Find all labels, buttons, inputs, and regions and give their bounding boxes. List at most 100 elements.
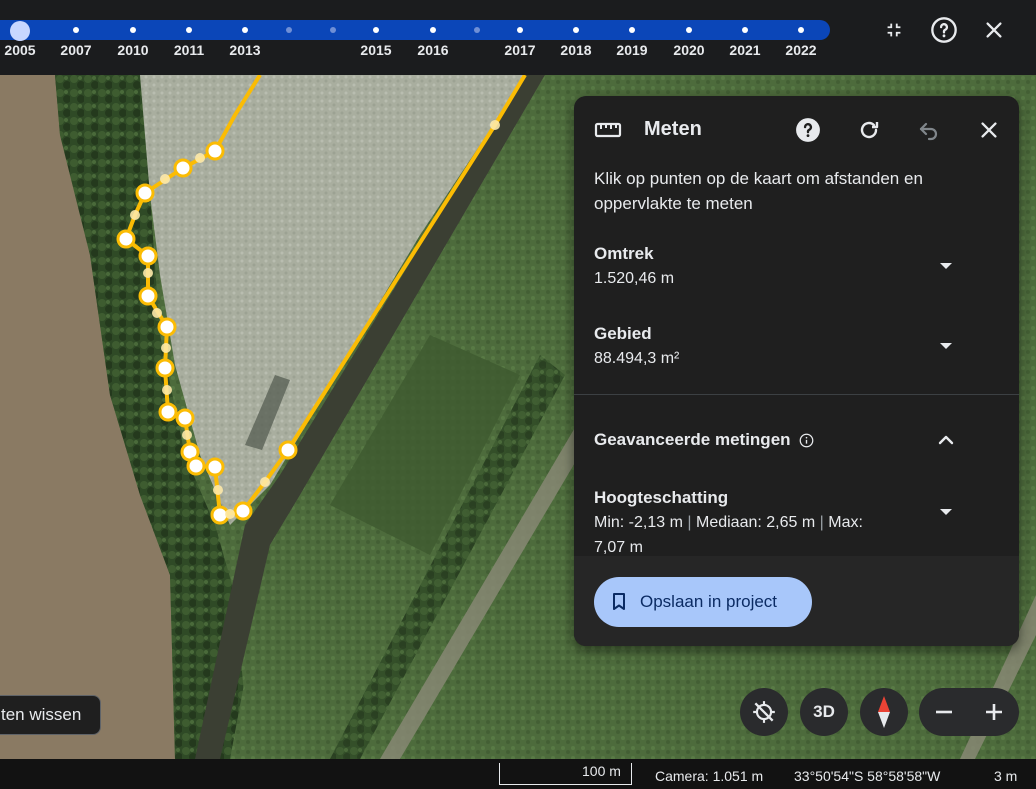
timeline-dot[interactable] — [73, 27, 79, 33]
timeline-dot[interactable] — [130, 27, 136, 33]
measurement-point[interactable] — [205, 457, 225, 477]
elevation-row[interactable]: Hoogteschatting Min: -2,13 m | Mediaan: … — [594, 486, 994, 560]
measurement-point[interactable] — [173, 158, 193, 178]
timeline-year-2016[interactable]: 2016 — [417, 42, 448, 58]
timeline-handle[interactable] — [10, 21, 30, 41]
chevron-down-icon[interactable] — [934, 500, 958, 524]
timeline-year-2010[interactable]: 2010 — [117, 42, 148, 58]
timeline-dot[interactable] — [186, 27, 192, 33]
chevron-down-icon[interactable] — [934, 254, 958, 278]
elevation-median: Mediaan: 2,65 m — [695, 514, 816, 531]
measurement-midpoint[interactable] — [161, 343, 171, 353]
zoom-out-button[interactable] — [919, 688, 969, 736]
timeline-year-2015[interactable]: 2015 — [360, 42, 391, 58]
info-icon[interactable] — [799, 433, 814, 448]
zoom-in-button[interactable] — [969, 688, 1019, 736]
timeline-year-2017[interactable]: 2017 — [504, 42, 535, 58]
measurement-point[interactable] — [138, 246, 158, 266]
bookmark-icon — [612, 593, 626, 611]
measurement-point[interactable] — [138, 286, 158, 306]
chevron-down-icon[interactable] — [934, 334, 958, 358]
timeline-year-2018[interactable]: 2018 — [560, 42, 591, 58]
measurement-point[interactable] — [116, 229, 136, 249]
measurement-point[interactable] — [135, 183, 155, 203]
timeline-year-2020[interactable]: 2020 — [673, 42, 704, 58]
minus-icon — [934, 702, 954, 722]
timeline-year-2022[interactable]: 2022 — [785, 42, 816, 58]
coordinates: 33°50'54"S 58°58'58"W — [794, 768, 941, 784]
zoom-controls — [919, 688, 1019, 736]
measurement-point[interactable] — [157, 317, 177, 337]
measurement-midpoint[interactable] — [260, 477, 270, 487]
divider — [574, 394, 1019, 395]
compass-button[interactable] — [860, 688, 908, 736]
measurement-midpoint[interactable] — [213, 485, 223, 495]
perimeter-row[interactable]: Omtrek 1.520,46 m — [594, 242, 994, 291]
timeline-dot[interactable] — [242, 27, 248, 33]
timeline-dot[interactable] — [430, 27, 436, 33]
advanced-measurements-label: Geavanceerde metingen — [594, 430, 791, 449]
ground-elevation: 3 m — [994, 768, 1018, 784]
3d-toggle-button[interactable]: 3D — [800, 688, 848, 736]
timeline-dot[interactable] — [286, 27, 292, 33]
panel-header: Meten — [574, 96, 1019, 164]
collapse-icon[interactable] — [878, 14, 910, 46]
measurement-point[interactable] — [175, 408, 195, 428]
measurement-midpoint[interactable] — [160, 174, 170, 184]
timeline-dot[interactable] — [474, 27, 480, 33]
measurement-midpoint[interactable] — [195, 153, 205, 163]
camera-altitude: Camera: 1.051 m — [655, 768, 764, 784]
measurement-point[interactable] — [233, 501, 253, 521]
timeline-year-2019[interactable]: 2019 — [616, 42, 647, 58]
measurement-point[interactable] — [278, 440, 298, 460]
refresh-icon[interactable] — [853, 114, 885, 146]
close-icon[interactable] — [978, 14, 1010, 46]
measurement-midpoint[interactable] — [490, 120, 500, 130]
measurement-midpoint[interactable] — [143, 268, 153, 278]
timeline-dot[interactable] — [742, 27, 748, 33]
chevron-up-icon[interactable] — [934, 428, 958, 452]
panel-title: Meten — [644, 118, 702, 140]
3d-toggle-label: 3D — [813, 702, 835, 721]
timeline-track[interactable] — [0, 20, 830, 40]
timeline-year-2021[interactable]: 2021 — [729, 42, 760, 58]
timeline-dot[interactable] — [330, 27, 336, 33]
measurement-point[interactable] — [155, 358, 175, 378]
scale-label: 100 m — [582, 763, 621, 779]
clear-points-label: ten wissen — [1, 705, 82, 724]
measurement-midpoint[interactable] — [162, 385, 172, 395]
timeline-dot[interactable] — [517, 27, 523, 33]
compass-icon — [876, 695, 892, 729]
measurement-point[interactable] — [205, 141, 225, 161]
measurement-midpoint[interactable] — [225, 509, 235, 519]
measurement-point[interactable] — [158, 402, 178, 422]
clear-points-button[interactable]: ten wissen — [0, 695, 101, 735]
measurement-point[interactable] — [186, 456, 206, 476]
timeline-dot[interactable] — [373, 27, 379, 33]
elevation-max-label: Max: — [828, 514, 863, 531]
measurement-midpoint[interactable] — [182, 430, 192, 440]
area-row[interactable]: Gebied 88.494,3 m² — [594, 322, 994, 371]
location-off-button[interactable] — [740, 688, 788, 736]
timeline-dot[interactable] — [798, 27, 804, 33]
historical-imagery-bar: 2005 2007 2010 2011 2013 2015 2016 2017 2018 2019… — [0, 0, 1036, 75]
undo-icon[interactable] — [913, 114, 945, 146]
timeline-year-2011[interactable]: 2011 — [174, 42, 204, 58]
timeline-year-2007[interactable]: 2007 — [60, 42, 91, 58]
timeline-dot[interactable] — [686, 27, 692, 33]
save-to-project-label: Opslaan in project — [640, 592, 778, 611]
panel-description: Klik op punten op de kaart om afstanden … — [594, 169, 923, 213]
elevation-values: Min: -2,13 m | Mediaan: 2,65 m | Max: 7,… — [594, 514, 863, 556]
close-panel-icon[interactable] — [973, 114, 1005, 146]
measurement-midpoint[interactable] — [152, 308, 162, 318]
help-circle-icon[interactable] — [928, 14, 960, 46]
timeline-year-2013[interactable]: 2013 — [229, 42, 260, 58]
timeline-year-2005[interactable]: 2005 — [4, 42, 35, 58]
timeline-dot[interactable] — [629, 27, 635, 33]
advanced-measurements-row[interactable]: Geavanceerde metingen — [594, 428, 994, 452]
measurement-midpoint[interactable] — [130, 210, 140, 220]
save-to-project-button[interactable]: Opslaan in project — [594, 577, 812, 627]
measure-panel: Meten Klik op punten op de kaart om afst… — [574, 96, 1019, 646]
timeline-dot[interactable] — [573, 27, 579, 33]
help-icon[interactable] — [792, 114, 824, 146]
